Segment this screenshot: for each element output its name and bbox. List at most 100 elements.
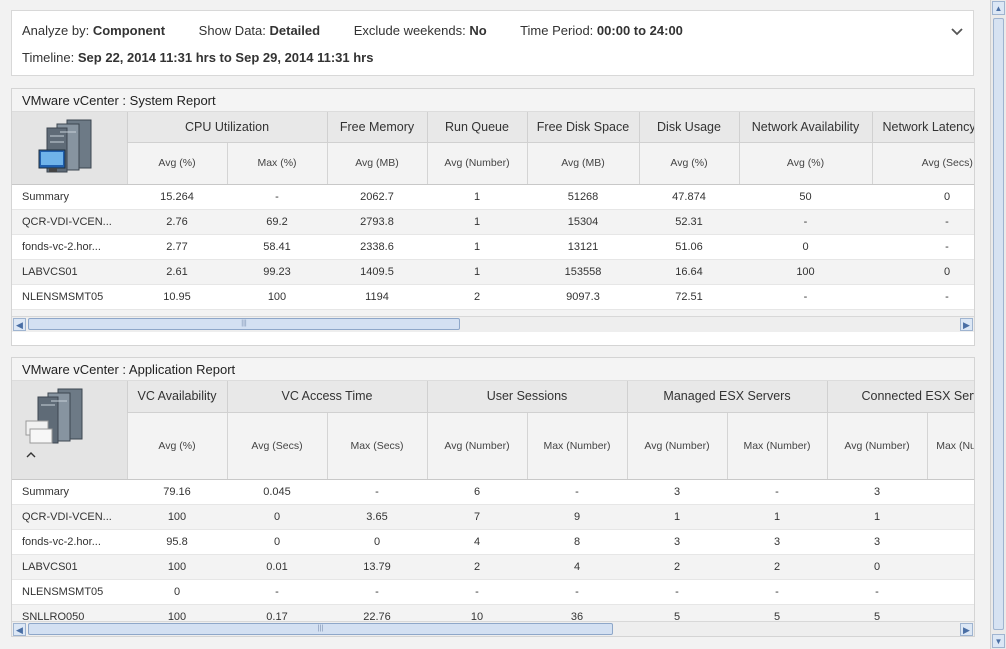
scroll-left-icon[interactable]: ◀ xyxy=(13,318,26,331)
row-name[interactable]: fonds-vc-2.hor... xyxy=(12,529,127,555)
time-period: Time Period: 00:00 to 24:00 xyxy=(520,23,683,38)
analyze-by: Analyze by: Component xyxy=(22,23,165,38)
table-cell: 0.045 xyxy=(227,479,327,505)
col-group-free-disk[interactable]: Free Disk Space xyxy=(526,112,639,143)
table-cell: 51.06 xyxy=(639,234,739,260)
system-subheader[interactable]: Avg (Number) xyxy=(426,142,527,186)
system-report-title: VMware vCenter : System Report xyxy=(12,89,974,112)
application-subheader[interactable]: Avg (Number) xyxy=(426,412,527,481)
table-cell: 52.31 xyxy=(639,209,739,235)
col-group-network-latency[interactable]: Network Latency xyxy=(871,112,974,143)
analyze-label: Analyze by: xyxy=(22,23,90,38)
system-report-panel: VMware vCenter : System Report CPU Utili… xyxy=(11,88,975,346)
table-cell: - xyxy=(427,579,527,605)
row-name[interactable]: NLENSMSMT05 xyxy=(12,579,127,605)
system-subheader[interactable]: Avg (%) xyxy=(126,142,227,186)
application-subheader[interactable]: Avg (%) xyxy=(126,412,227,481)
scroll-left-icon[interactable]: ◀ xyxy=(13,623,26,636)
chevron-up-icon[interactable] xyxy=(12,447,127,461)
table-cell: 3 xyxy=(627,479,727,505)
row-name[interactable]: LABVCS01 xyxy=(12,259,127,285)
table-cell xyxy=(927,529,974,555)
col-group-network-availability[interactable]: Network Availability xyxy=(738,112,872,143)
table-cell: 47.874 xyxy=(639,184,739,210)
application-subheader[interactable]: Avg (Secs) xyxy=(226,412,327,481)
table-cell: 2 xyxy=(627,554,727,580)
table-cell: 0 xyxy=(739,234,872,260)
table-cell: 2.76 xyxy=(127,209,227,235)
table-row: NLENSMSMT05 0- - - - - - - xyxy=(12,579,974,605)
table-cell: 6 xyxy=(427,479,527,505)
table-cell: - xyxy=(727,579,827,605)
row-name[interactable]: fonds-vc-2.hor... xyxy=(12,234,127,260)
table-cell: - xyxy=(627,579,727,605)
col-group-vc-access-time[interactable]: VC Access Time xyxy=(226,381,427,413)
application-subheader[interactable]: Avg (Number) xyxy=(826,412,927,481)
row-name[interactable]: LABVCS01 xyxy=(12,554,127,580)
system-report-hscroll[interactable]: ◀ ||| ▶ xyxy=(12,316,974,332)
table-cell: 3 xyxy=(827,529,927,555)
table-cell: 153558 xyxy=(527,259,639,285)
col-group-user-sessions[interactable]: User Sessions xyxy=(426,381,627,413)
table-cell: 1 xyxy=(827,504,927,530)
scroll-down-icon[interactable]: ▼ xyxy=(992,634,1005,648)
row-name[interactable]: QCR-VDI-VCEN... xyxy=(12,209,127,235)
col-group-free-memory[interactable]: Free Memory xyxy=(326,112,427,143)
col-group-disk-usage[interactable]: Disk Usage xyxy=(638,112,739,143)
period-label: Time Period: xyxy=(520,23,594,38)
table-cell: - xyxy=(327,479,427,505)
system-subheader[interactable]: Avg (MB) xyxy=(326,142,427,186)
scroll-up-icon[interactable]: ▲ xyxy=(992,1,1005,15)
analyze-value: Component xyxy=(92,23,166,38)
table-cell: 13.79 xyxy=(327,554,427,580)
timeline-label: Timeline: xyxy=(22,50,75,65)
col-group-run-queue[interactable]: Run Queue xyxy=(426,112,527,143)
scroll-thumb[interactable]: ||| xyxy=(28,318,460,330)
col-group-cpu[interactable]: CPU Utilization xyxy=(126,112,327,143)
table-row: Summary 15.264-2062.7 1 51268 47.874 50 0 xyxy=(12,184,974,210)
row-name[interactable]: Summary xyxy=(12,479,127,505)
application-subheader[interactable]: Max (Number) xyxy=(726,412,827,481)
table-cell: 0.01 xyxy=(227,554,327,580)
application-report-table: VC Availability VC Access Time User Sess… xyxy=(12,381,974,630)
system-subheader[interactable]: Avg (Secs) xyxy=(871,142,974,186)
table-cell: 50 xyxy=(739,184,872,210)
table-cell: - xyxy=(527,579,627,605)
scroll-right-icon[interactable]: ▶ xyxy=(960,318,973,331)
system-report-viewport: CPU Utilization Free Memory Run Queue Fr… xyxy=(12,112,974,332)
application-subheader[interactable]: Avg (Number) xyxy=(626,412,727,481)
application-subheader[interactable]: Max (Number) xyxy=(926,412,974,481)
server-rack-icon xyxy=(12,112,127,185)
row-name[interactable]: Summary xyxy=(12,184,127,210)
system-subheader[interactable]: Max (%) xyxy=(226,142,327,186)
table-cell: 0 xyxy=(827,554,927,580)
table-cell: 2062.7 xyxy=(327,184,427,210)
page-scroll-thumb[interactable] xyxy=(993,18,1004,630)
table-row: LABVCS01 2.61 99.23 1409.5 1 153558 16.64 100 0 xyxy=(12,259,974,285)
system-subheader[interactable]: Avg (%) xyxy=(738,142,872,186)
chevron-down-icon[interactable] xyxy=(951,23,963,39)
table-cell: 2 xyxy=(727,554,827,580)
table-row: fonds-vc-2.hor... 95.8 0 0 4 8 3 3 3 xyxy=(12,529,974,555)
table-cell: 2 xyxy=(427,554,527,580)
server-rack-icon xyxy=(12,381,127,480)
row-name[interactable]: QCR-VDI-VCEN... xyxy=(12,504,127,530)
system-subheader[interactable]: Avg (%) xyxy=(638,142,739,186)
table-cell: 16.64 xyxy=(639,259,739,285)
scroll-thumb[interactable]: ||| xyxy=(28,623,613,635)
table-cell: 0 xyxy=(227,529,327,555)
col-group-vc-availability[interactable]: VC Availability xyxy=(126,381,227,413)
row-name[interactable]: NLENSMSMT05 xyxy=(12,284,127,310)
page-vscroll[interactable]: ▲ ▼ xyxy=(990,0,1006,649)
table-cell xyxy=(927,504,974,530)
table-cell: 2793.8 xyxy=(327,209,427,235)
application-report-hscroll[interactable]: ◀ ||| ▶ xyxy=(12,621,974,636)
scroll-right-icon[interactable]: ▶ xyxy=(960,623,973,636)
application-subheader[interactable]: Max (Number) xyxy=(526,412,627,481)
col-group-managed-esx[interactable]: Managed ESX Servers xyxy=(626,381,827,413)
table-cell: 95.8 xyxy=(127,529,227,555)
col-group-connected-esx[interactable]: Connected ESX Servers xyxy=(826,381,974,413)
table-row: LABVCS01 100 0.01 13.79 2 4 2 2 0 xyxy=(12,554,974,580)
application-subheader[interactable]: Max (Secs) xyxy=(326,412,427,481)
system-subheader[interactable]: Avg (MB) xyxy=(526,142,639,186)
